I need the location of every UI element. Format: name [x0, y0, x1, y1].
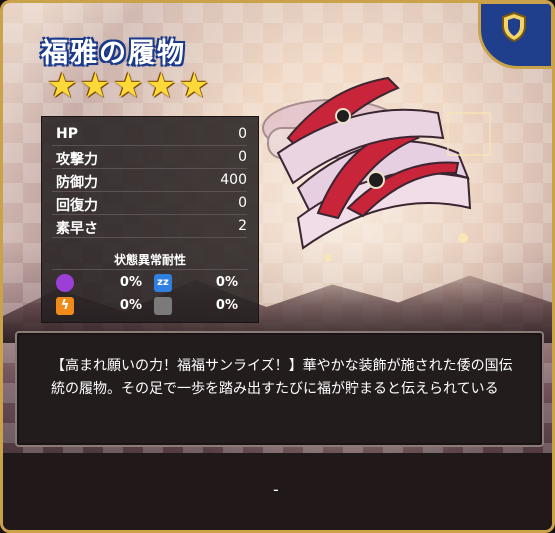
stat-value: 2 [238, 218, 247, 234]
star-icon: ★ [113, 66, 144, 106]
stat-label: 防御力 [56, 175, 98, 191]
stat-label: 攻撃力 [56, 152, 98, 168]
curse-icon [154, 297, 172, 315]
stats-panel: HP 0 攻撃力 0 防御力 400 回復力 0 素早さ 2 状態異常耐性 0%… [41, 116, 259, 323]
divider [52, 269, 248, 270]
sleep-icon: zz [154, 274, 172, 292]
ailment-curse: 0% [154, 297, 238, 317]
ailment-value: 0% [119, 275, 142, 290]
stat-row-defense: 防御力 400 [52, 171, 247, 192]
sandals-illustration [262, 76, 491, 262]
ailment-resist-header: 状態異常耐性 [42, 251, 258, 270]
stat-row-hp: HP 0 [52, 125, 247, 146]
divider [52, 191, 247, 192]
poison-icon [56, 274, 74, 292]
stat-value: 0 [238, 126, 247, 142]
stat-label: HP [56, 126, 78, 142]
ailment-sleep: zz 0% [154, 274, 238, 294]
ailment-paralysis: ϟ 0% [56, 297, 142, 317]
star-icon: ★ [146, 66, 177, 106]
item-description: 【高まれ願いの力！福福サンライズ！】華やかな装飾が施された倭の国伝統の履物。その… [51, 358, 513, 397]
stat-value: 400 [220, 172, 247, 188]
star-icon: ★ [47, 66, 78, 106]
shield-icon [502, 12, 526, 42]
stat-value: 0 [238, 149, 247, 165]
star-icon: ★ [80, 66, 111, 106]
star-icon: ★ [179, 66, 210, 106]
stat-label: 回復力 [56, 198, 98, 214]
ailment-value: 0% [215, 275, 238, 290]
description-box: 【高まれ願いの力！福福サンライズ！】華やかな装飾が施された倭の国伝統の履物。その… [15, 331, 544, 447]
rarity-stars: ★ ★ ★ ★ ★ [47, 66, 210, 106]
divider [52, 237, 247, 238]
item-name: 福雅の履物 [41, 38, 186, 69]
divider [52, 168, 247, 169]
stat-row-recovery: 回復力 0 [52, 194, 247, 215]
stat-value: 0 [238, 195, 247, 211]
divider [52, 214, 247, 215]
stat-row-speed: 素早さ 2 [52, 217, 247, 238]
ailment-resist-title: 状態異常耐性 [113, 253, 186, 267]
divider [52, 145, 247, 146]
stat-row-attack: 攻撃力 0 [52, 148, 247, 169]
item-detail-window: 福雅の履物 ★ ★ ★ ★ ★ HP 0 攻撃力 0 防御力 400 回復力 0… [0, 0, 555, 533]
ailment-value: 0% [119, 298, 142, 313]
lightning-icon: ϟ [56, 297, 74, 315]
ailment-value: 0% [215, 298, 238, 313]
footer-text: - [273, 480, 279, 499]
stat-label: 素早さ [56, 221, 98, 237]
ailment-poison: 0% [56, 274, 142, 294]
